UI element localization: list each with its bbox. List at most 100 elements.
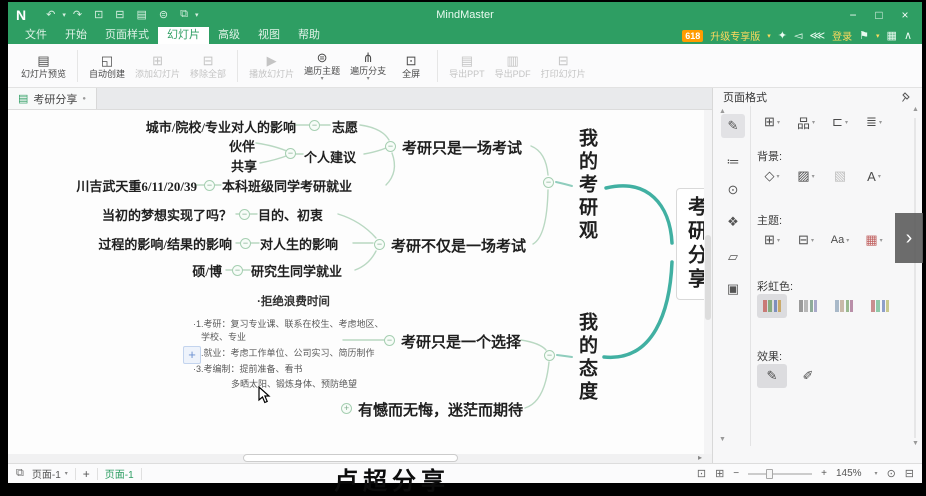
collapse-toggle[interactable]: − <box>239 209 250 220</box>
mindmap-node[interactable]: 目的、初衷 <box>258 205 323 224</box>
fit-selection-icon[interactable]: ⊙ <box>887 467 896 480</box>
theme-style-button[interactable]: ⊟ ▾ <box>791 228 821 252</box>
mindmap-topic[interactable]: 考研只是一场考试 <box>402 137 522 158</box>
toolbar-caret-icon[interactable]: ▾ <box>195 11 199 19</box>
bg-image-button[interactable]: ▨ ▾ <box>791 164 821 188</box>
format-paint-icon[interactable]: ✎ <box>721 114 745 138</box>
mindmap-node[interactable]: 当初的梦想实现了吗？ <box>102 205 232 224</box>
expand-toggle[interactable]: + <box>341 403 352 414</box>
mindmap-branch[interactable]: 我的态度 <box>573 312 600 404</box>
mindmap-node[interactable]: 城市/院校/专业对人的影响 <box>146 117 296 136</box>
menu-view[interactable]: 视图 <box>249 27 289 44</box>
theme-layout-button[interactable]: ⊞ ▾ <box>757 228 787 252</box>
mindmap-branch[interactable]: 我的考研观 <box>573 128 600 243</box>
maximize-button[interactable]: □ <box>866 8 892 22</box>
canvas-vertical-scrollbar[interactable] <box>704 110 712 463</box>
traverse-topics-button[interactable]: ⊜ 遍历主题 ▾ <box>299 49 345 83</box>
mindmap-node[interactable]: 本科班级同学考研就业 <box>222 176 352 195</box>
strip-scroll-down-icon[interactable]: ▼ <box>719 436 726 443</box>
print-icon[interactable]: ⊜ <box>159 8 168 21</box>
gift-icon[interactable]: ✦ <box>778 29 787 42</box>
open-icon[interactable]: ⊟ <box>115 8 124 21</box>
document-tab[interactable]: ▤ 考研分享 ● <box>8 88 97 109</box>
slideshow-preview-button[interactable]: ▤ 幻灯片预览 <box>16 52 71 80</box>
next-panel-chevron[interactable]: › <box>895 213 923 263</box>
zoom-slider[interactable] <box>748 473 812 475</box>
undo-caret-icon[interactable]: ▾ <box>62 11 66 19</box>
add-page-button[interactable]: + <box>83 467 90 481</box>
undo-icon[interactable]: ↶ <box>46 8 55 21</box>
mindmap-node[interactable]: 个人建议 <box>304 147 356 166</box>
mindmap-node[interactable]: 共享 <box>231 156 257 175</box>
structure-button[interactable]: 品 ▾ <box>791 110 821 134</box>
insert-topic-button[interactable]: + <box>183 346 201 364</box>
outline-icon[interactable]: ≔ <box>721 150 745 174</box>
mindmap-note[interactable]: ·拒绝浪费时间 ·1.考研：复习专业课、联系在校生、考虑地区、 学校、专业 ·2… <box>191 293 396 309</box>
tab-close-icon[interactable]: ● <box>82 96 86 102</box>
page-selector-caret-icon[interactable]: ▾ <box>65 470 68 477</box>
collapse-toggle[interactable]: − <box>285 148 296 159</box>
mindmap-node[interactable]: 过程的影响/结果的影响 <box>98 234 232 253</box>
zoom-in-button[interactable]: + <box>821 468 827 479</box>
mindmap-node[interactable]: 志愿 <box>332 117 358 136</box>
mindmap-node[interactable]: 硕/博 <box>192 261 222 280</box>
effect-hand-drawn-button[interactable]: ✎ <box>757 364 787 388</box>
mindmap-topic[interactable]: 考研只是一个选择 <box>401 331 521 352</box>
layout-style-button[interactable]: ⊞ ▾ <box>757 110 787 134</box>
theme-color-button[interactable]: ▦ ▾ <box>859 228 889 252</box>
mindmap-topic[interactable]: 考研不仅是一场考试 <box>391 235 526 256</box>
zoom-caret-icon[interactable]: ▾ <box>875 470 878 477</box>
rainbow-option-1[interactable] <box>757 294 787 318</box>
numbering-button[interactable]: ≣ ▾ <box>859 110 889 134</box>
upgrade-link[interactable]: 升级专享版 <box>710 28 760 43</box>
store-caret-icon[interactable]: ▾ <box>876 32 880 40</box>
menu-help[interactable]: 帮助 <box>289 27 329 44</box>
panel-scroll-down-icon[interactable]: ▼ <box>912 440 919 447</box>
new-slide-icon[interactable]: ⊡ <box>94 8 103 21</box>
theme-font-button[interactable]: Aa ▾ <box>825 228 855 252</box>
store-icon[interactable]: ⚑ <box>859 29 869 42</box>
rainbow-option-4[interactable] <box>865 294 895 318</box>
export-icon[interactable]: ⧉ <box>180 8 188 21</box>
task-info-icon[interactable]: ▱ <box>721 245 745 269</box>
add-box-icon[interactable]: ⊞ <box>715 467 724 480</box>
panel-scroll-up-icon[interactable]: ▲ <box>912 106 919 113</box>
collapse-toggle[interactable]: − <box>204 180 215 191</box>
fullscreen-button[interactable]: ⊡ 全屏 <box>391 52 431 80</box>
text-style-icon[interactable]: ▣ <box>721 277 745 301</box>
collapse-toggle[interactable]: − <box>543 177 554 188</box>
auto-create-button[interactable]: ◱ 自动创建 <box>84 52 130 80</box>
mindmap-node[interactable]: 对人生的影响 <box>260 234 338 253</box>
slide-preview-icon[interactable]: ⊙ <box>721 178 745 202</box>
mindmap-node[interactable]: 伙伴 <box>229 136 255 155</box>
menu-home[interactable]: 开始 <box>56 27 96 44</box>
traverse-branches-button[interactable]: ⋔ 遍历分支 ▾ <box>345 49 391 83</box>
fit-page-icon[interactable]: ⊟ <box>905 467 914 480</box>
page-layout-icon[interactable]: ⊡ <box>697 467 706 480</box>
menu-page-style[interactable]: 页面样式 <box>96 27 158 44</box>
collapse-toggle[interactable]: − <box>374 239 385 250</box>
collapse-toggle[interactable]: − <box>309 120 320 131</box>
mindmap-node[interactable]: 川吉武天重6/11/20/39 <box>76 176 197 195</box>
panel-scrollbar[interactable]: ▲ ▼ <box>910 106 920 450</box>
close-button[interactable]: × <box>892 8 918 22</box>
zoom-out-button[interactable]: − <box>733 468 739 479</box>
collapse-toggle[interactable]: − <box>385 141 396 152</box>
collapse-toggle[interactable]: − <box>232 265 243 276</box>
upgrade-caret-icon[interactable]: ▾ <box>767 32 771 40</box>
collapse-ribbon-icon[interactable]: ∧ <box>904 29 912 42</box>
promo-618-badge[interactable]: 618 <box>682 30 703 42</box>
menu-advanced[interactable]: 高级 <box>209 27 249 44</box>
page-selector[interactable]: 页面-1 <box>32 466 61 481</box>
redo-icon[interactable]: ↷ <box>73 8 82 21</box>
minimize-button[interactable]: − <box>840 8 866 22</box>
save-icon[interactable]: ▤ <box>137 8 147 21</box>
rainbow-option-3[interactable] <box>829 294 859 318</box>
pin-icon[interactable] <box>901 92 912 103</box>
effect-pen-button[interactable]: ✐ <box>793 364 823 388</box>
zoom-slider-thumb[interactable] <box>766 469 773 479</box>
connector-style-button[interactable]: ⊏ ▾ <box>825 110 855 134</box>
share-icon[interactable]: ⋘ <box>809 29 825 42</box>
scroll-right-arrow-icon[interactable]: ▸ <box>698 453 702 462</box>
mindmap-node[interactable]: 研究生同学就业 <box>251 261 342 280</box>
